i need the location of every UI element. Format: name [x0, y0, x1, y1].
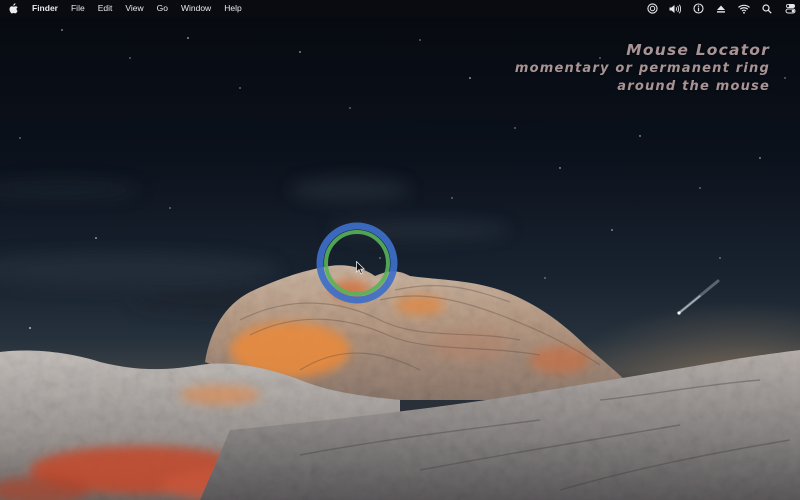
menu-edit[interactable]: Edit: [98, 0, 113, 17]
feature-caption: Mouse Locator momentary or permanent rin…: [515, 41, 770, 96]
caption-title: Mouse Locator: [626, 41, 770, 59]
menu-view[interactable]: View: [125, 0, 143, 17]
menu-bar: Finder File Edit View Go Window Help: [0, 0, 800, 17]
menu-app-finder[interactable]: Finder: [32, 0, 58, 17]
volume-icon[interactable]: [669, 3, 681, 15]
search-icon[interactable]: [761, 3, 773, 15]
eject-icon[interactable]: [715, 3, 727, 15]
apple-logo-icon[interactable]: [9, 3, 18, 14]
menu-go[interactable]: Go: [157, 0, 168, 17]
menu-window[interactable]: Window: [181, 0, 211, 17]
caption-line-1: momentary or permanent ring: [514, 61, 770, 76]
menu-help[interactable]: Help: [224, 0, 241, 17]
info-icon[interactable]: [692, 3, 704, 15]
screen-record-icon[interactable]: [646, 3, 658, 15]
wifi-icon[interactable]: [738, 3, 750, 15]
menu-file[interactable]: File: [71, 0, 85, 17]
caption-line-2: around the mouse: [617, 79, 770, 94]
mouse-cursor-icon: [356, 261, 366, 275]
control-center-icon[interactable]: [784, 3, 796, 15]
